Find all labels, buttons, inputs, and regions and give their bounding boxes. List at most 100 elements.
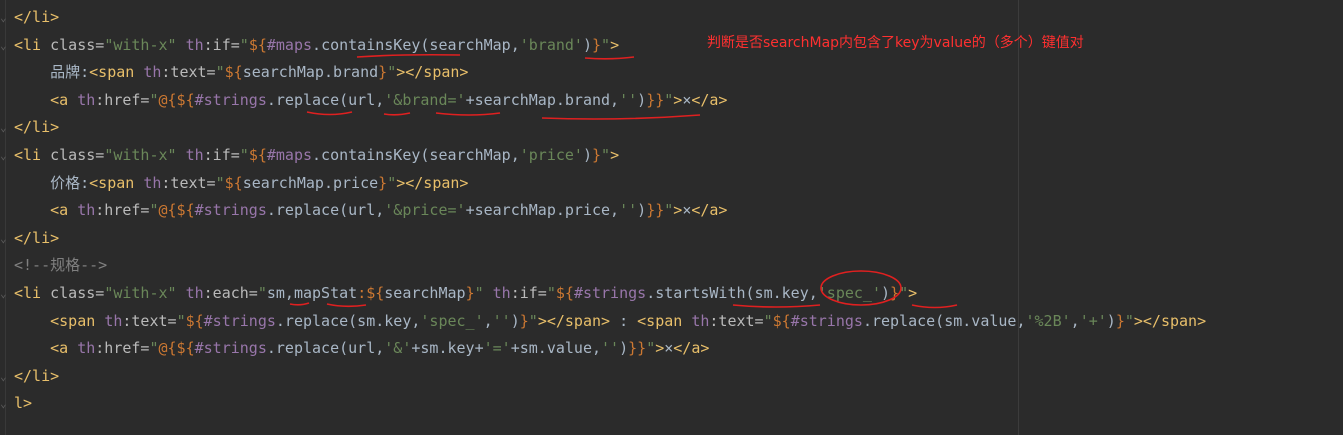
token-tag: > [610,146,620,164]
token-obj: #strings [790,311,863,330]
token-attr [177,36,186,54]
token-sym: .containsKey(searchMap, [312,146,520,164]
token-tag: ></span> [537,311,611,330]
token-str: " [528,311,538,330]
code-editor[interactable]: </li> ⌄ <li class="with-x" th:if="${#maps.… [0,0,1343,435]
token-expr: ${ [248,35,267,54]
token-tag: </a> [691,201,728,220]
token-sym: ) [1106,311,1116,330]
token-attr [484,284,493,302]
token-ns: th [492,284,511,302]
fold-marker-icon[interactable]: ⌄ [0,390,10,417]
token-attr: :text= [709,311,764,330]
token-expr: ${ [772,311,791,330]
red-annotation-note: 判断是否searchMap内包含了key为value的（多个）键值对 [707,35,1084,51]
code-line[interactable]: l> [14,390,32,417]
token-sym: .replace(url, [266,201,385,220]
token-tag: > [655,339,665,358]
token-sym: searchMap.price [242,173,379,192]
token-sym: . [312,35,322,54]
token-attr [177,146,186,164]
token-ns: th [691,311,710,330]
token-ns: th [77,339,96,358]
code-line[interactable]: <a th:href="@{${#strings.replace(url,'&'… [14,335,709,362]
token-tag: <li [14,146,51,164]
fold-marker-icon[interactable]: ⌄ [0,225,10,252]
token-attr [177,284,186,302]
code-line[interactable]: <li class="with-x" th:if="${#maps.contai… [14,142,619,169]
token-str: " [664,201,674,220]
token-ns: th [104,311,123,330]
token-expr: ${ [224,63,243,82]
token-sym: : [610,311,638,330]
token-str: " [664,90,674,109]
fold-marker-icon[interactable]: ⌄ [0,114,10,141]
code-line[interactable]: <a th:href="@{${#strings.replace(url,'&p… [14,197,727,224]
token-sym: searchMap.brand [242,63,379,82]
token-str: " [763,311,773,330]
token-sym: ) [881,284,891,302]
token-tag: </li> [14,228,60,247]
code-line[interactable]: <li class="with-x" th:if="${#maps.contai… [14,32,619,59]
token-expr: } [378,63,388,82]
token-str: "with-x" [104,146,177,164]
token-expr: :${ [357,284,385,302]
code-line[interactable]: </li> [14,4,59,31]
token-sym: +sm.value, [510,339,602,358]
token-sym: searchMap [384,284,466,302]
code-line[interactable]: <li class="with-x" th:each="sm,mapStat:$… [14,280,917,307]
token-attr: :href= [95,339,150,358]
token-str: " [149,339,159,358]
token-sym: × [664,339,674,358]
token-tag: </a> [673,339,710,358]
code-line[interactable]: 价格:<span th:text="${searchMap.price}"></… [14,170,468,197]
token-expr: ${ [555,284,574,302]
token-obj: #strings [194,201,267,220]
token-attr: :each= [203,284,258,302]
token-sym: +sm.key+ [411,339,484,358]
token-str: '' [601,339,620,358]
token-str: 'spec_' [420,311,484,330]
token-attr: :if= [203,146,240,164]
token-cmt: <!--规格--> [14,256,108,275]
token-attr: class= [50,284,105,302]
token-tag: <a [50,90,78,109]
token-str: " [149,201,159,220]
token-ns: th [185,284,204,302]
code-line[interactable]: <!--规格--> [14,252,107,279]
fold-marker-icon[interactable]: ⌄ [0,280,10,307]
token-sym: ) [510,311,520,330]
token-attr: :href= [95,90,150,109]
token-expr: @{${ [158,201,195,220]
token-tag: <li [14,284,51,302]
token-attr: :text= [161,173,216,192]
fold-marker-icon[interactable]: ⌄ [0,4,10,31]
underline-searchmap-brand [541,114,701,120]
code-line[interactable]: 品牌:<span th:text="${searchMap.brand}"></… [14,59,468,86]
token-sym: .replace(sm.key, [275,311,421,330]
token-tag: ></span> [396,63,469,82]
token-expr: } [465,284,475,302]
fold-marker-icon[interactable]: ⌄ [0,32,10,59]
token-expr: ${ [248,146,267,164]
token-expr: @{${ [158,339,195,358]
token-str: '+' [1079,311,1107,330]
token-str: " [387,173,397,192]
token-obj: #strings [203,311,276,330]
fold-marker-icon[interactable]: ⌄ [0,142,10,169]
code-line[interactable]: <a th:href="@{${#strings.replace(url,'&b… [14,87,727,114]
code-line[interactable]: </li> [14,363,59,390]
code-line[interactable]: </li> [14,114,59,141]
token-tag: ></span> [396,173,469,192]
token-str: '&brand=' [384,90,466,109]
token-tag: </a> [691,90,728,109]
fold-marker-icon[interactable]: ⌄ [0,363,10,390]
token-str: '' [619,201,638,220]
token-sym: × [682,90,692,109]
code-line[interactable]: <span th:text="${#strings.replace(sm.key… [14,308,1206,335]
token-expr: @{${ [158,90,195,109]
token-sym: .replace(url, [266,339,385,358]
code-line[interactable]: </li> [14,225,59,252]
